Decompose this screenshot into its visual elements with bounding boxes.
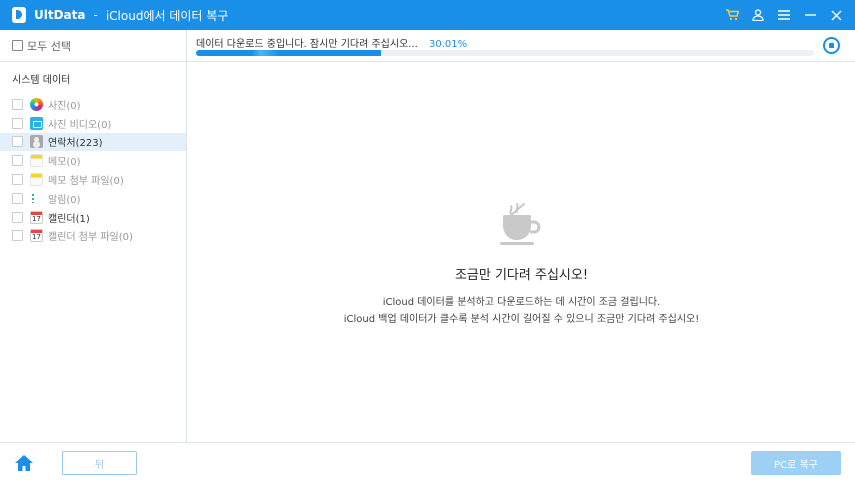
progress-message-row: 데이터 다운로드 중입니다. 잠시만 기다려 주십시오... 30.01% — [196, 35, 467, 50]
progress-message: 데이터 다운로드 중입니다. 잠시만 기다려 주십시오... — [196, 39, 418, 50]
sidebar-item-calendar-attachments[interactable]: 캘린더 첨부 파일(0) — [0, 227, 186, 246]
progress-header: 데이터 다운로드 중입니다. 잠시만 기다려 주십시오... 30.01% — [188, 30, 855, 62]
item-checkbox[interactable] — [12, 174, 23, 186]
sidebar-item-label: 알림(0) — [48, 194, 81, 206]
reminders-icon — [30, 192, 43, 205]
sidebar-item-notes[interactable]: 메모(0) — [0, 151, 186, 170]
back-button[interactable]: 뒤 — [62, 451, 137, 475]
notes-icon — [30, 154, 43, 168]
ultdata-logo — [12, 7, 26, 23]
item-checkbox[interactable] — [12, 211, 23, 223]
item-checkbox[interactable] — [12, 192, 23, 204]
coffee-cup-icon — [500, 203, 541, 245]
sidebar-item-label: 메모(0) — [48, 157, 81, 169]
photos-icon — [30, 97, 43, 111]
title-bar: UltData - iCloud에서 데이터 복구 — [0, 0, 855, 30]
wait-description-line: iCloud 데이터를 분석하고 다운로드하는 데 시간이 조금 걸립니다. — [382, 297, 661, 308]
item-checkbox[interactable] — [12, 117, 23, 129]
wait-description-line: iCloud 백업 데이터가 클수록 분석 시간이 길어질 수 있으니 조금만 … — [343, 314, 700, 325]
sidebar-item-label: 메모 첨부 파일(0) — [48, 176, 124, 188]
item-checkbox[interactable] — [12, 98, 23, 110]
bottom-bar: 뒤 PC로 복구 — [0, 442, 855, 482]
app-name: UltData — [34, 8, 86, 22]
contacts-icon — [30, 135, 43, 149]
item-checkbox[interactable] — [12, 230, 23, 242]
restore-to-pc-button[interactable]: PC로 복구 — [751, 451, 841, 475]
select-all-checkbox[interactable] — [12, 40, 23, 51]
wait-title: 조금만 기다려 주십시오! — [454, 268, 589, 283]
main-panel: 데이터 다운로드 중입니다. 잠시만 기다려 주십시오... 30.01% 조금… — [188, 30, 855, 442]
sidebar-item-reminders[interactable]: 알림(0) — [0, 189, 186, 208]
notes-attachment-icon — [30, 173, 43, 187]
sidebar-item-label: 캘린더(1) — [48, 213, 90, 225]
item-checkbox[interactable] — [12, 155, 23, 167]
sidebar-item-photo-video[interactable]: 사진 비디오(0) — [0, 114, 186, 133]
progress-bar-fill — [196, 50, 382, 56]
video-icon — [30, 116, 43, 130]
user-icon[interactable] — [745, 0, 771, 30]
close-icon[interactable] — [823, 0, 849, 30]
sidebar-item-notes-attachments[interactable]: 메모 첨부 파일(0) — [0, 170, 186, 189]
title-separator: - — [93, 8, 98, 22]
sidebar-item-calendar[interactable]: 캘린더(1) — [0, 208, 186, 227]
select-all-row[interactable]: 모두 선택 — [0, 30, 186, 62]
sidebar-item-label: 사진 비디오(0) — [48, 119, 112, 131]
menu-icon[interactable] — [771, 0, 797, 30]
sidebar-item-contacts[interactable]: 연락처(223) — [0, 132, 186, 152]
cart-icon[interactable] — [719, 0, 745, 30]
category-sidebar: 모두 선택 시스템 데이터 사진(0) 사진 비디오(0) 연락처(223) 메… — [0, 30, 187, 442]
select-all-label: 모두 선택 — [27, 39, 71, 53]
home-icon[interactable] — [14, 453, 34, 473]
item-checkbox[interactable] — [12, 136, 23, 148]
section-title-system-data: 시스템 데이터 — [12, 75, 71, 86]
progress-percent: 30.01% — [429, 39, 468, 50]
title-bar-controls — [719, 0, 849, 30]
stop-button[interactable] — [823, 37, 840, 54]
sidebar-item-label: 캘린더 첨부 파일(0) — [48, 232, 133, 244]
progress-bar — [196, 50, 814, 56]
sidebar-item-label: 연락처(223) — [48, 138, 103, 150]
sidebar-item-photos[interactable]: 사진(0) — [0, 95, 186, 114]
calendar-attachment-icon — [30, 229, 43, 243]
calendar-icon — [30, 210, 43, 224]
minimize-icon[interactable] — [797, 0, 823, 30]
window-subtitle: iCloud에서 데이터 복구 — [105, 8, 229, 23]
sidebar-item-label: 사진(0) — [48, 100, 81, 112]
wait-description: iCloud 데이터를 분석하고 다운로드하는 데 시간이 조금 걸립니다. i… — [188, 294, 855, 328]
